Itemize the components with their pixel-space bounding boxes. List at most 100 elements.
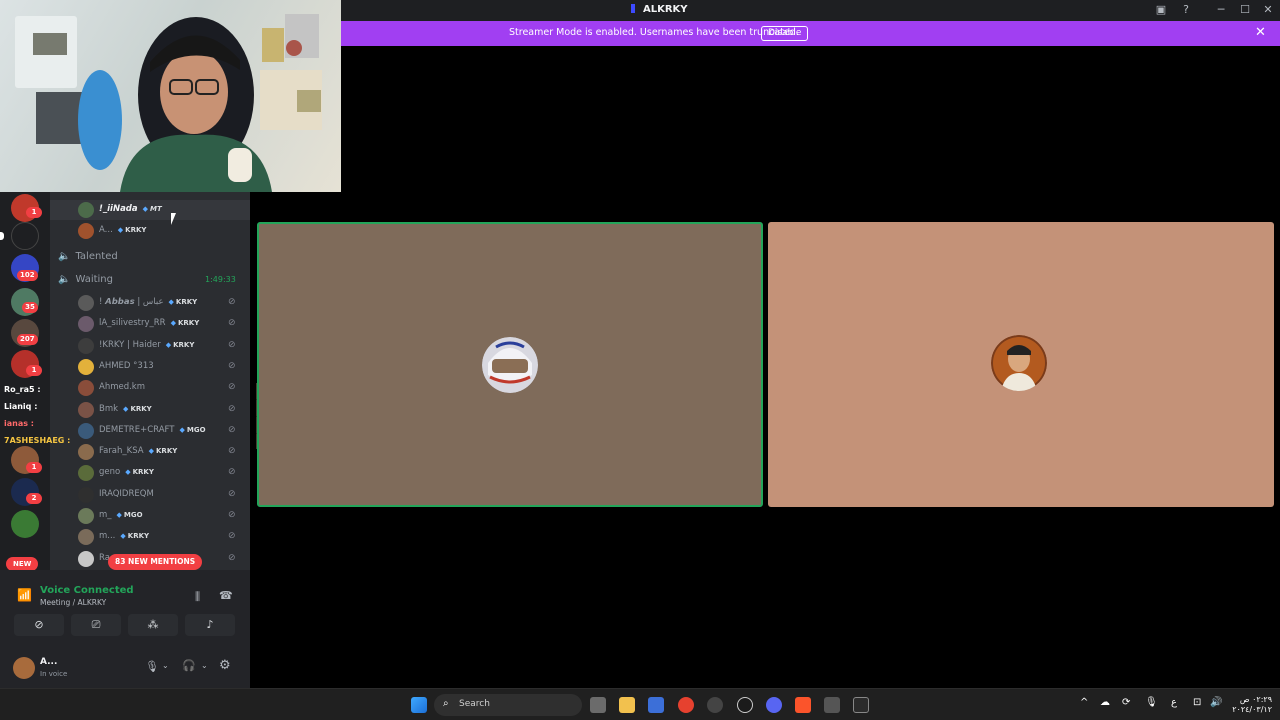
channel-name: Talented bbox=[75, 251, 118, 262]
new-mentions-pill[interactable]: 83 NEW MENTIONS bbox=[108, 554, 203, 570]
avatar bbox=[78, 295, 94, 311]
activities-icon[interactable]: ⁂ bbox=[128, 614, 178, 636]
member-tag: MGO bbox=[179, 426, 205, 434]
voice-member[interactable]: Farah_KSA KRKY ⊘ bbox=[50, 442, 250, 462]
taskbar-search[interactable]: ⌕ Search bbox=[434, 694, 582, 716]
brave-icon[interactable] bbox=[795, 697, 811, 713]
overlay-name: Ro_ra5 : bbox=[4, 385, 41, 394]
chevron-down-icon[interactable]: ⌄ bbox=[201, 661, 208, 670]
overlay-name: 7ASHESHAEG : bbox=[4, 436, 71, 445]
channel-timer: 1:49:33 bbox=[205, 275, 236, 284]
camera-off-icon[interactable]: ⊘ bbox=[14, 614, 64, 636]
noise-suppression-icon[interactable]: ⫼ bbox=[195, 590, 200, 604]
mic-muted-icon: ⊘ bbox=[228, 382, 236, 393]
unread-pip bbox=[0, 232, 4, 240]
voice-member[interactable]: Ahmed.km ⊘ bbox=[50, 378, 250, 398]
discord-icon[interactable] bbox=[766, 697, 782, 713]
maximize-icon[interactable]: ☐ bbox=[1238, 3, 1252, 17]
chrome-icon[interactable] bbox=[678, 697, 694, 713]
app-icon[interactable] bbox=[824, 697, 840, 713]
avatar bbox=[78, 529, 94, 546]
file-explorer-icon[interactable] bbox=[619, 697, 635, 713]
new-badge[interactable]: NEW bbox=[6, 557, 39, 571]
avatar bbox=[78, 444, 94, 461]
microphone-icon[interactable]: 🎙 bbox=[1145, 697, 1158, 708]
clock[interactable]: ٠٢:٢٩ ص ٢٠٢٤/٠٣/١٢ bbox=[1228, 695, 1272, 715]
member-tag: KRKY bbox=[171, 319, 200, 327]
close-banner-icon[interactable]: ✕ bbox=[1255, 25, 1266, 40]
screen-share-icon[interactable]: ⎚ bbox=[71, 614, 121, 636]
voice-channel-talented[interactable]: 🔈 Talented bbox=[58, 251, 248, 269]
tray-icon[interactable]: ⟳ bbox=[1122, 697, 1130, 708]
member-tag: KRKY bbox=[118, 226, 147, 234]
member-name: m... bbox=[99, 531, 116, 542]
voice-member[interactable]: AHMED °313 ⊘ bbox=[50, 357, 250, 377]
voice-member[interactable]: !_iiNada MT bbox=[50, 200, 250, 220]
server-badge: 2 bbox=[26, 493, 42, 504]
member-tag: MGO bbox=[117, 511, 143, 519]
member-name: IRAQIDREQM bbox=[99, 488, 154, 499]
input-language[interactable]: ع bbox=[1171, 697, 1177, 708]
voice-member[interactable]: DEMETRE+CRAFT MGO ⊘ bbox=[50, 421, 250, 441]
search-label: Search bbox=[459, 699, 490, 709]
member-name: geno bbox=[99, 467, 121, 478]
title-bar: ALKRKY ▣ ? ─ ☐ ✕ bbox=[341, 0, 1280, 21]
voice-member[interactable]: IRAQIDREQM ⊘ bbox=[50, 485, 250, 505]
video-tile[interactable] bbox=[257, 222, 763, 507]
voice-member[interactable]: m_ MGO ⊘ bbox=[50, 506, 250, 526]
avatar[interactable] bbox=[13, 657, 35, 679]
avatar bbox=[78, 508, 94, 524]
voice-member[interactable]: m... KRKY ⊘ bbox=[50, 527, 250, 547]
headphones-icon[interactable]: 🎧 bbox=[182, 659, 196, 672]
mic-muted-icon: ⊘ bbox=[228, 424, 236, 435]
disconnect-icon[interactable]: ☎ bbox=[219, 589, 233, 602]
steam-icon[interactable] bbox=[737, 697, 753, 713]
soundboard-icon[interactable]: ♪ bbox=[185, 614, 235, 636]
member-tag: KRKY bbox=[169, 298, 198, 306]
server-icon[interactable] bbox=[11, 510, 39, 538]
minimize-icon[interactable]: ─ bbox=[1214, 3, 1228, 17]
server-badge: 1 bbox=[26, 365, 42, 376]
streamer-mode-banner: Streamer Mode is enabled. Usernames have… bbox=[341, 21, 1280, 46]
avatar bbox=[78, 380, 94, 397]
video-tile[interactable] bbox=[768, 222, 1274, 507]
voice-member[interactable]: A... KRKY bbox=[50, 221, 250, 241]
inbox-icon[interactable]: ▣ bbox=[1154, 3, 1168, 17]
mic-muted-icon: ⊘ bbox=[228, 552, 236, 563]
voice-location[interactable]: Meeting / ALKRKY bbox=[40, 598, 106, 607]
windows-start-icon[interactable] bbox=[411, 697, 427, 713]
voice-channel-waiting[interactable]: 🔈 Waiting 1:49:33 bbox=[58, 274, 248, 292]
volume-icon[interactable]: 🔊 bbox=[1210, 697, 1222, 708]
voice-member[interactable]: !KRKY | Haider KRKY ⊘ bbox=[50, 336, 250, 356]
close-window-icon[interactable]: ✕ bbox=[1261, 3, 1275, 17]
app-icon[interactable] bbox=[707, 697, 723, 713]
member-tag: KRKY bbox=[125, 468, 154, 476]
participant-avatar bbox=[482, 337, 538, 393]
help-icon[interactable]: ? bbox=[1179, 3, 1193, 17]
network-icon[interactable]: ⊡ bbox=[1193, 697, 1201, 708]
task-view-icon[interactable] bbox=[590, 697, 606, 713]
voice-member[interactable]: Bmk KRKY ⊘ bbox=[50, 400, 250, 420]
voice-member[interactable]: geno KRKY ⊘ bbox=[50, 463, 250, 483]
chevron-up-icon[interactable]: ^ bbox=[1080, 697, 1088, 708]
mic-muted-icon: ⊘ bbox=[228, 403, 236, 414]
microphone-icon[interactable]: 🎙 bbox=[145, 660, 159, 673]
server-icon[interactable] bbox=[11, 222, 39, 250]
app-icon[interactable] bbox=[853, 697, 869, 713]
gear-icon[interactable]: ⚙ bbox=[219, 658, 231, 673]
avatar bbox=[78, 401, 94, 418]
chevron-down-icon[interactable]: ⌄ bbox=[162, 661, 169, 670]
store-icon[interactable] bbox=[648, 697, 664, 713]
voice-panel: 📶 Voice Connected Meeting / ALKRKY ⫼ ☎ ⊘… bbox=[0, 570, 250, 688]
tray-icon[interactable]: ☁ bbox=[1100, 697, 1110, 708]
webcam-overlay bbox=[0, 0, 341, 192]
voice-member[interactable]: lA_silivestry_RR KRKY ⊘ bbox=[50, 314, 250, 334]
disable-streamer-mode-button[interactable]: Disable bbox=[761, 26, 809, 41]
member-tag: KRKY bbox=[149, 447, 178, 455]
member-name: !KRKY | Haider bbox=[99, 339, 161, 350]
server-badge: 207 bbox=[17, 334, 38, 345]
taskbar: ⌕ Search ^ ☁ ⟳ 🎙 ع ⊡ 🔊 ٠٢:٢٩ ص ٢٠٢٤/٠٣/١… bbox=[0, 688, 1280, 720]
voice-member[interactable]: ! 𝘼𝙗𝙗𝙖𝙨 | عباس KRKY ⊘ bbox=[50, 293, 250, 313]
clock-time: ٠٢:٢٩ ص bbox=[1239, 695, 1272, 704]
overlay-chat: Ro_ra5 : Lianiq : ianas : 7ASHESHAEG : bbox=[4, 385, 70, 453]
